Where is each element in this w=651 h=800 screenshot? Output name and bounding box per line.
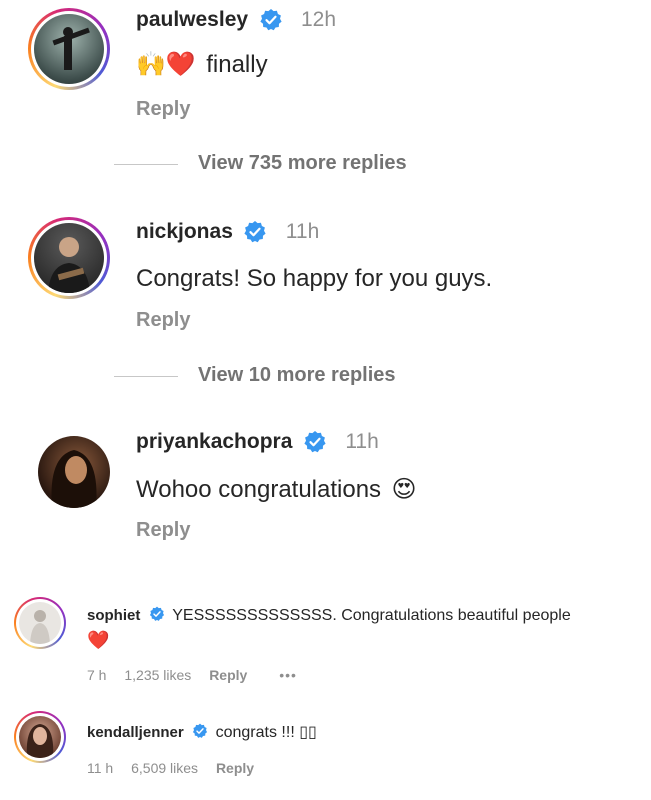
avatar[interactable] [14,597,66,649]
comment-text: congrats !!! ▯▯ [215,724,317,741]
verified-badge-icon [259,8,282,31]
timestamp: 12h [300,8,337,31]
heart-emoji: ❤️ [87,630,110,650]
verified-badge-icon [244,220,266,243]
reply-button[interactable]: Reply [136,519,190,542]
comment-text: Congrats! So happy for you guys. [136,265,493,292]
comment-text: YESSSSSSSSSSSSS. Congratulations beautif… [172,607,571,624]
avatar[interactable] [28,8,110,90]
likes-count[interactable]: 6,509 likes [131,760,198,776]
username[interactable]: paulwesley [136,8,248,31]
reply-button[interactable]: Reply [136,98,190,121]
avatar-person-icon [30,610,50,644]
timestamp: 11h [285,220,320,243]
verified-badge-icon [149,606,164,622]
divider-line [114,164,178,165]
avatar[interactable] [28,217,110,299]
comment-text: finally [206,51,268,78]
comment-emoji: 🙌❤️ [136,51,196,78]
likes-count[interactable]: 1,235 likes [124,667,191,683]
avatar-figure-icon [52,27,90,70]
avatar-person-icon [48,237,90,293]
reply-button[interactable]: Reply [209,667,247,683]
username[interactable]: sophiet [87,607,140,624]
verified-badge-icon [304,430,326,453]
divider-line [114,376,178,377]
avatar-person-icon [51,450,97,508]
reply-button[interactable]: Reply [216,760,254,776]
view-more-replies-button[interactable]: View 10 more replies [198,364,396,387]
heart-eyes-emoji: 😍 [391,476,417,503]
timestamp: 11 h [87,760,114,776]
avatar-person-icon [26,724,54,758]
avatar[interactable] [38,436,110,508]
verified-badge-icon [193,723,208,739]
username[interactable]: kendalljenner [87,724,184,741]
comment-text: Wohoo congratulations [136,476,382,503]
more-options-icon[interactable]: ••• [279,667,297,683]
username[interactable]: nickjonas [136,220,233,243]
timestamp: 7 h [87,667,107,683]
username[interactable]: priyankachopra [136,430,292,453]
view-more-replies-button[interactable]: View 735 more replies [198,152,407,175]
avatar[interactable] [14,711,66,763]
reply-button[interactable]: Reply [136,309,190,332]
timestamp: 11h [345,430,379,453]
